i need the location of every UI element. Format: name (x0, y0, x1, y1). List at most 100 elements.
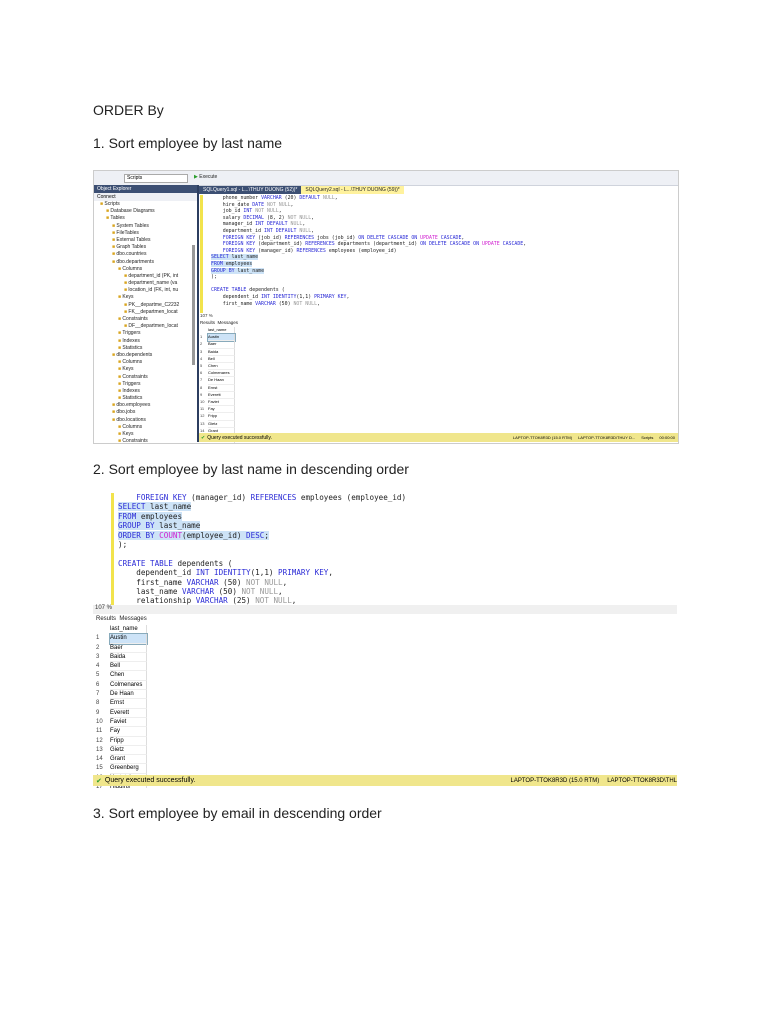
cell-last-name[interactable]: Greenberg (110, 764, 147, 774)
cell-last-name[interactable]: Fay (110, 727, 147, 737)
tree-node[interactable]: ■ Graph Tables (94, 244, 197, 251)
query-editor[interactable]: FOREIGN KEY (manager_id) REFERENCES empl… (111, 493, 677, 605)
tree-node[interactable]: ■ Constraints (94, 316, 197, 323)
cell-last-name[interactable]: Faviet (110, 717, 147, 728)
tree-node[interactable]: ■ Indexes (94, 388, 197, 395)
table-row[interactable]: 13 Gietz (96, 745, 147, 756)
tree-node[interactable]: ■ Scripts (94, 201, 197, 208)
connect-button[interactable]: Connect (94, 193, 197, 201)
cell-last-name[interactable]: Baida (110, 652, 147, 663)
table-row[interactable]: 9 Everett (96, 708, 147, 718)
cell-last-name[interactable]: Fripp (110, 736, 147, 746)
cell-last-name[interactable]: Everett (110, 708, 147, 718)
cell-last-name[interactable]: Colmenares (208, 370, 235, 378)
tree-node[interactable]: ■ Statistics (94, 345, 197, 352)
cell-last-name[interactable]: Hartstein (208, 442, 235, 443)
table-row[interactable]: 5 Chen (96, 671, 147, 681)
tree-node[interactable]: ■ dbo.employees (94, 402, 197, 409)
tree-node[interactable]: ■ dbo.jobs (94, 409, 197, 416)
tree-node[interactable]: ■ location_id (FK, int, nu (94, 287, 197, 294)
tree-node[interactable]: ■ Triggers (94, 330, 197, 337)
tree-node[interactable]: ■ Columns (94, 359, 197, 366)
table-row[interactable]: 12 Fripp (96, 736, 147, 746)
table-row[interactable]: 8 Ernst (96, 699, 147, 709)
table-row[interactable]: 6 Colmenares (200, 370, 235, 378)
table-row[interactable]: 7 De Haan (96, 690, 147, 700)
tab-query1[interactable]: SQLQuery1.sql - L...\THUY DUONG (52))* (199, 186, 302, 194)
cell-last-name[interactable]: De Haan (208, 377, 235, 385)
table-row[interactable]: 2 Baer (96, 643, 147, 653)
cell-last-name[interactable]: Grant (110, 755, 147, 765)
tree-node[interactable]: ■ Constraints (94, 374, 197, 381)
table-row[interactable]: 11 Fay (200, 406, 235, 414)
cell-last-name[interactable]: Ernst (110, 699, 147, 709)
query-editor[interactable]: phone_number VARCHAR (20) DEFAULT NULL, … (200, 195, 678, 313)
tree-node[interactable]: ■ PK__departme_C2232 (94, 302, 197, 309)
execute-button[interactable]: ▶ Execute (194, 174, 217, 180)
table-row[interactable]: 8 Ernst (200, 384, 235, 392)
column-header[interactable]: last_name (208, 327, 235, 335)
tree-node[interactable]: ■ Triggers (94, 381, 197, 388)
cell-last-name[interactable]: Bell (208, 355, 235, 364)
cell-last-name[interactable]: Colmenares (110, 680, 147, 691)
tree-node[interactable]: ■ Keys (94, 431, 197, 438)
table-row[interactable]: 5 Chen (200, 363, 235, 371)
database-select[interactable]: Scripts (124, 174, 188, 183)
tree-node[interactable]: ■ FileTables (94, 230, 197, 237)
table-row[interactable]: 12 Fripp (200, 413, 235, 421)
tree-node[interactable]: ■ Constraints (94, 438, 197, 443)
cell-last-name[interactable]: Ernst (208, 384, 235, 392)
cell-last-name[interactable]: Everett (208, 391, 235, 400)
table-row[interactable]: 1 Austin (200, 333, 236, 343)
table-row[interactable]: 14 Grant (96, 755, 147, 765)
cell-last-name[interactable]: Chen (208, 363, 235, 371)
tree-node[interactable]: ■ Tables (94, 215, 197, 222)
tree-node[interactable]: ■ Statistics (94, 395, 197, 402)
tree-node[interactable]: ■ dbo.dependents (94, 352, 197, 359)
tree-node[interactable]: ■ dbo.countries (94, 251, 197, 258)
tree-node[interactable]: ■ department_name (va (94, 280, 197, 287)
table-row[interactable]: 16Hartstein (200, 442, 235, 443)
table-row[interactable]: 1 Austin (96, 633, 148, 645)
tree-node[interactable]: ■ DF__departmen_locat (94, 323, 197, 330)
tab-results[interactable]: Results (96, 616, 116, 622)
column-header[interactable]: last_name (110, 625, 147, 635)
tree-node[interactable]: ■ Database Diagrams (94, 208, 197, 215)
zoom-level[interactable]: 107 % (200, 313, 213, 318)
table-row[interactable]: 13 Gietz (200, 420, 235, 428)
table-row[interactable]: 4 Bell (96, 662, 147, 672)
tree-node[interactable]: ■ External Tables (94, 237, 197, 244)
table-row[interactable]: 4 Bell (200, 355, 235, 364)
cell-last-name[interactable]: Austin (207, 333, 236, 343)
cell-last-name[interactable]: Chen (110, 671, 147, 681)
tab-results[interactable]: Results (200, 320, 215, 325)
tree-node[interactable]: ■ dbo.departments (94, 259, 197, 266)
tree-node[interactable]: ■ Keys (94, 294, 197, 301)
cell-last-name[interactable]: Baer (110, 643, 147, 653)
tree-node[interactable]: ■ dbo.locations (94, 417, 197, 424)
table-row[interactable]: 7 De Haan (200, 377, 235, 385)
zoom-level[interactable]: 107 % (93, 605, 677, 614)
tree-node[interactable]: ■ Columns (94, 266, 197, 273)
cell-last-name[interactable]: Fay (208, 406, 235, 414)
tree-node[interactable]: ■ department_id (PK, int (94, 273, 197, 280)
cell-last-name[interactable]: Gietz (110, 745, 147, 756)
table-row[interactable]: 3 Baida (200, 348, 235, 356)
cell-last-name[interactable]: Faviet (208, 399, 235, 407)
tab-messages[interactable]: Messages (218, 320, 239, 325)
cell-last-name[interactable]: Baer (208, 341, 235, 349)
table-row[interactable]: 6 Colmenares (96, 680, 147, 691)
cell-last-name[interactable]: Baida (208, 348, 235, 356)
table-row[interactable]: 10 Faviet (96, 717, 147, 728)
tree-node[interactable]: ■ FK__departmen_locat (94, 309, 197, 316)
cell-last-name[interactable]: Fripp (208, 413, 235, 421)
cell-last-name[interactable]: Gietz (208, 420, 235, 428)
table-row[interactable]: 11 Fay (96, 727, 147, 737)
tree-node[interactable]: ■ Columns (94, 424, 197, 431)
table-row[interactable]: 10 Faviet (200, 399, 235, 407)
table-row[interactable]: 15 Greenberg (96, 764, 147, 774)
tree-node[interactable]: ■ Keys (94, 366, 197, 373)
tab-messages[interactable]: Messages (119, 616, 146, 622)
scrollbar[interactable] (192, 245, 195, 365)
cell-last-name[interactable]: De Haan (110, 690, 147, 700)
